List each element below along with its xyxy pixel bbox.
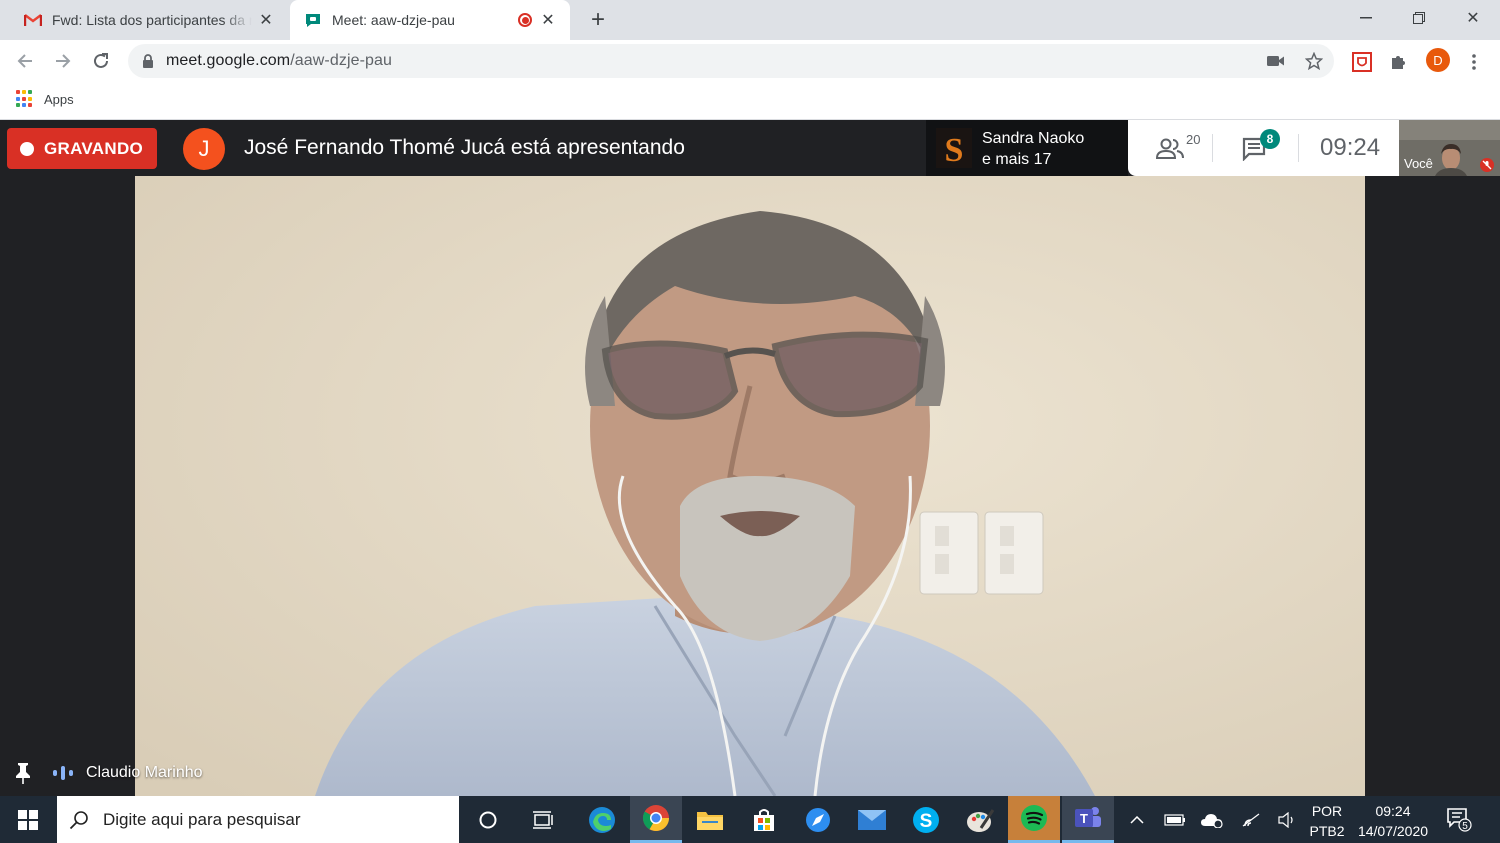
close-tab-icon[interactable]: ✕ [538, 10, 558, 30]
meet-top-bar: GRAVANDO J José Fernando Thomé Jucá está… [0, 120, 1500, 176]
cortana-icon[interactable] [462, 796, 514, 843]
volume-icon[interactable] [1272, 796, 1302, 843]
skype-icon[interactable]: S [900, 796, 952, 843]
participant-name: Claudio Marinho [86, 764, 203, 781]
chrome-taskbar-icon[interactable] [630, 796, 682, 843]
bookmark-star-icon[interactable] [1304, 51, 1324, 71]
reload-icon[interactable] [88, 48, 114, 74]
speaker-name-line2: e mais 17 [982, 151, 1052, 168]
menu-kebab-icon[interactable] [1462, 50, 1486, 74]
chat-button[interactable] [1228, 120, 1298, 176]
url-text: meet.google.com/aaw-dzje-pau [166, 52, 392, 70]
tab-title: Meet: aaw-dzje-pau [332, 12, 455, 28]
meeting-clock: 09:24 [1320, 134, 1381, 161]
bookmarks-bar: Apps [0, 82, 1500, 120]
speaker-avatar-icon: S [936, 128, 972, 168]
battery-icon[interactable] [1160, 796, 1190, 843]
close-window-icon[interactable]: ✕ [1450, 4, 1496, 32]
taskbar-date: 14/07/2020 [1357, 823, 1429, 839]
meet-window: GRAVANDO J José Fernando Thomé Jucá está… [0, 120, 1500, 796]
extensions-puzzle-icon[interactable] [1387, 50, 1411, 74]
show-hidden-icons-chevron-icon[interactable] [1126, 796, 1148, 843]
language-line1: POR [1311, 803, 1343, 819]
chat-unread-badge: 8 [1260, 129, 1280, 149]
windows-start-icon[interactable] [0, 796, 56, 843]
close-tab-icon[interactable]: ✕ [256, 10, 276, 30]
restore-icon[interactable] [1396, 4, 1442, 32]
self-view-tile[interactable]: Você [1399, 120, 1500, 176]
lock-icon [143, 54, 153, 68]
edge-icon[interactable] [576, 796, 628, 843]
address-bar[interactable]: meet.google.com/aaw-dzje-pau [128, 44, 1334, 78]
self-label: Você [1404, 156, 1433, 171]
pin-icon[interactable] [14, 762, 32, 784]
new-tab-button[interactable]: + [584, 6, 612, 34]
svg-text:S: S [945, 132, 964, 168]
taskbar-time: 09:24 [1375, 803, 1411, 819]
taskbar-clock[interactable]: 09:24 14/07/2020 [1352, 801, 1434, 841]
task-view-icon[interactable] [517, 796, 569, 843]
recording-label: GRAVANDO [44, 138, 144, 158]
file-explorer-icon[interactable] [684, 796, 736, 843]
audio-level-icon [53, 766, 73, 780]
minimize-icon[interactable] [1343, 4, 1389, 32]
svg-text:T: T [1080, 811, 1088, 826]
search-placeholder: Digite aqui para pesquisar [103, 809, 301, 829]
tab-gmail[interactable]: Fwd: Lista dos participantes da re ✕ [8, 0, 288, 40]
wifi-icon[interactable] [1236, 796, 1266, 843]
windows-taskbar: Digite aqui para pesquisar S T POR PTB2 … [0, 796, 1500, 843]
extension-shield-icon[interactable] [1350, 50, 1374, 74]
bookmark-label: Apps [44, 91, 74, 107]
tab-title: Fwd: Lista dos participantes da re [52, 12, 252, 28]
mail-icon[interactable] [846, 796, 898, 843]
maps-compass-icon[interactable] [792, 796, 844, 843]
notifications-icon[interactable]: 5 [1446, 806, 1472, 832]
svg-text:S: S [920, 811, 933, 832]
mic-off-icon [1480, 158, 1494, 172]
active-speaker-box[interactable]: S Sandra Naoko e mais 17 [926, 120, 1128, 176]
microsoft-store-icon[interactable] [738, 796, 790, 843]
speaker-name: Sandra Naoko e mais 17 [982, 128, 1084, 170]
forward-icon[interactable] [50, 48, 76, 74]
people-icon [1156, 138, 1184, 159]
recording-indicator-icon [518, 13, 532, 27]
language-line2: PTB2 [1309, 823, 1345, 839]
browser-tab-strip: Fwd: Lista dos participantes da re ✕ Mee… [0, 0, 1500, 40]
recording-dot-icon [20, 141, 34, 156]
language-indicator[interactable]: POR PTB2 [1308, 801, 1346, 841]
url-host: meet.google.com [166, 52, 291, 69]
meeting-info-panel: 20 8 09:24 [1128, 120, 1399, 176]
gmail-icon [24, 11, 42, 29]
spotify-icon[interactable] [1008, 796, 1060, 843]
recording-button[interactable]: GRAVANDO [7, 128, 157, 169]
paint-icon[interactable] [954, 796, 1006, 843]
bookmark-apps[interactable]: Apps [16, 90, 74, 108]
presenter-avatar: J [183, 128, 225, 170]
divider [1212, 134, 1213, 162]
apps-grid-icon [16, 90, 34, 108]
back-icon[interactable] [12, 48, 38, 74]
participants-count: 20 [1186, 132, 1201, 147]
divider [1298, 134, 1299, 162]
browser-toolbar: meet.google.com/aaw-dzje-pau D [0, 40, 1500, 82]
meet-icon [304, 11, 322, 29]
profile-avatar[interactable]: D [1426, 48, 1450, 72]
url-path: /aaw-dzje-pau [290, 52, 393, 69]
participant-video [135, 176, 1365, 796]
search-icon [69, 810, 88, 829]
video-frame-image [135, 176, 1365, 796]
taskbar-search-box[interactable]: Digite aqui para pesquisar [57, 796, 459, 843]
speaker-name-line1: Sandra Naoko [982, 130, 1085, 147]
tab-meet[interactable]: Meet: aaw-dzje-pau ✕ [290, 0, 570, 40]
onedrive-cloud-icon[interactable] [1196, 796, 1228, 843]
presenting-text: José Fernando Thomé Jucá está apresentan… [244, 136, 685, 159]
camera-icon[interactable] [1266, 51, 1286, 71]
teams-icon[interactable]: T [1062, 796, 1114, 843]
participants-button[interactable]: 20 [1142, 120, 1212, 176]
notification-count: 5 [1462, 821, 1468, 832]
